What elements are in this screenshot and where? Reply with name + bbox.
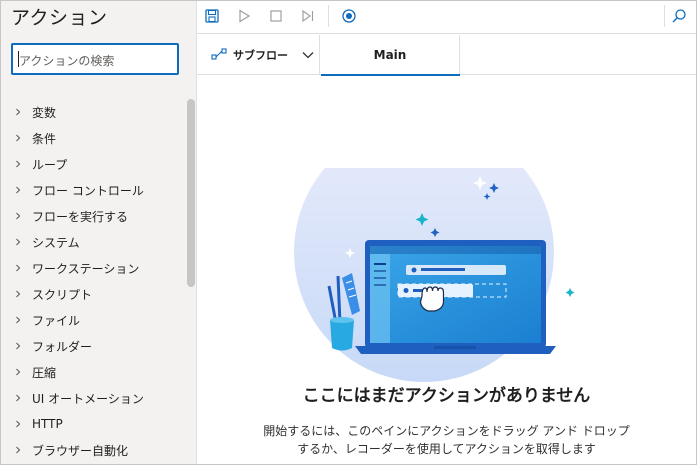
chevron-right-icon [13,445,23,455]
chevron-right-icon [13,289,23,299]
toolbar-separator [328,5,329,27]
action-group-label: 変数 [32,105,57,120]
empty-state-description-line: するか、レコーダーを使用してアクションを取得します [297,442,596,456]
subflows-dropdown[interactable]: サブフロー [197,35,320,75]
laptop-illustration [355,240,556,354]
action-group-label: HTTP [32,417,63,431]
action-group-http[interactable]: HTTP [1,411,187,437]
action-group-label: フロー コントロール [32,183,144,198]
action-group-run-flow[interactable]: フローを実行する [1,203,187,229]
action-group-label: システム [32,235,80,250]
subflow-icon [211,47,227,64]
chevron-right-icon [13,237,23,247]
empty-state-description-line: 開始するには、このペインにアクションをドラッグ アンド ドロップ [263,424,630,438]
action-group-file[interactable]: ファイル [1,307,187,333]
search-placeholder: アクションの検索 [19,54,115,68]
action-group-label: フォルダー [32,339,93,354]
empty-state-title: ここにはまだアクションがありません [302,386,591,406]
subflows-label: サブフロー [233,49,288,62]
action-group-label: スクリプト [32,287,93,302]
empty-state-illustration [294,168,577,382]
stop-icon[interactable] [264,4,288,28]
action-group-workstation[interactable]: ワークステーション [1,255,187,281]
action-group-label: ファイル [32,313,81,328]
action-group-label: ワークステーション [32,261,140,276]
save-icon[interactable] [200,4,224,28]
action-group-ui-automation[interactable]: UI オートメーション [1,385,187,411]
tab-main[interactable]: Main [321,35,460,76]
tab-main-label: Main [373,48,407,62]
chevron-right-icon [13,341,23,351]
step-icon[interactable] [296,4,320,28]
actions-scrollbar-thumb[interactable] [187,99,195,287]
toolbar-separator [664,5,665,27]
actions-panel: アクション アクションの検索 変数 条件 ループ フロー コントロール フローを… [1,1,197,464]
empty-state-description: 開始するには、このペインにアクションをドラッグ アンド ドロップ するか、レコー… [197,422,696,458]
chevron-right-icon [13,185,23,195]
action-group-list: 変数 条件 ループ フロー コントロール フローを実行する システム ワークステ… [1,99,187,463]
chevron-right-icon [13,159,23,169]
chevron-right-icon [13,133,23,143]
actions-search-input[interactable]: アクションの検索 [11,43,179,75]
flow-tabs: サブフロー Main [197,35,696,76]
record-icon[interactable] [337,4,361,28]
chevron-right-icon [13,315,23,325]
action-group-loops[interactable]: ループ [1,151,187,177]
chevron-right-icon [13,211,23,221]
designer-toolbar [197,1,696,34]
chevron-down-icon [302,51,314,59]
chevron-right-icon [13,263,23,273]
flow-canvas[interactable]: ここにはまだアクションがありません 開始するには、このペインにアクションをドラッ… [197,76,696,464]
action-group-folder[interactable]: フォルダー [1,333,187,359]
action-group-conditionals[interactable]: 条件 [1,125,187,151]
chevron-right-icon [13,367,23,377]
action-group-label: UI オートメーション [32,391,144,406]
search-icon[interactable] [667,4,691,28]
action-group-browser-automation[interactable]: ブラウザー自動化 [1,437,187,463]
chevron-right-icon [13,107,23,117]
action-group-label: フローを実行する [32,209,129,224]
action-group-scripting[interactable]: スクリプト [1,281,187,307]
chevron-right-icon [13,419,23,429]
action-group-label: 圧縮 [32,365,57,380]
action-group-flow-control[interactable]: フロー コントロール [1,177,187,203]
action-group-label: ループ [32,157,68,172]
run-icon[interactable] [232,4,256,28]
chevron-right-icon [13,393,23,403]
actions-panel-title: アクション [11,7,108,29]
action-group-label: ブラウザー自動化 [32,443,129,458]
action-group-label: 条件 [32,131,57,146]
action-group-compression[interactable]: 圧縮 [1,359,187,385]
action-group-system[interactable]: システム [1,229,187,255]
action-group-variables[interactable]: 変数 [1,99,187,125]
